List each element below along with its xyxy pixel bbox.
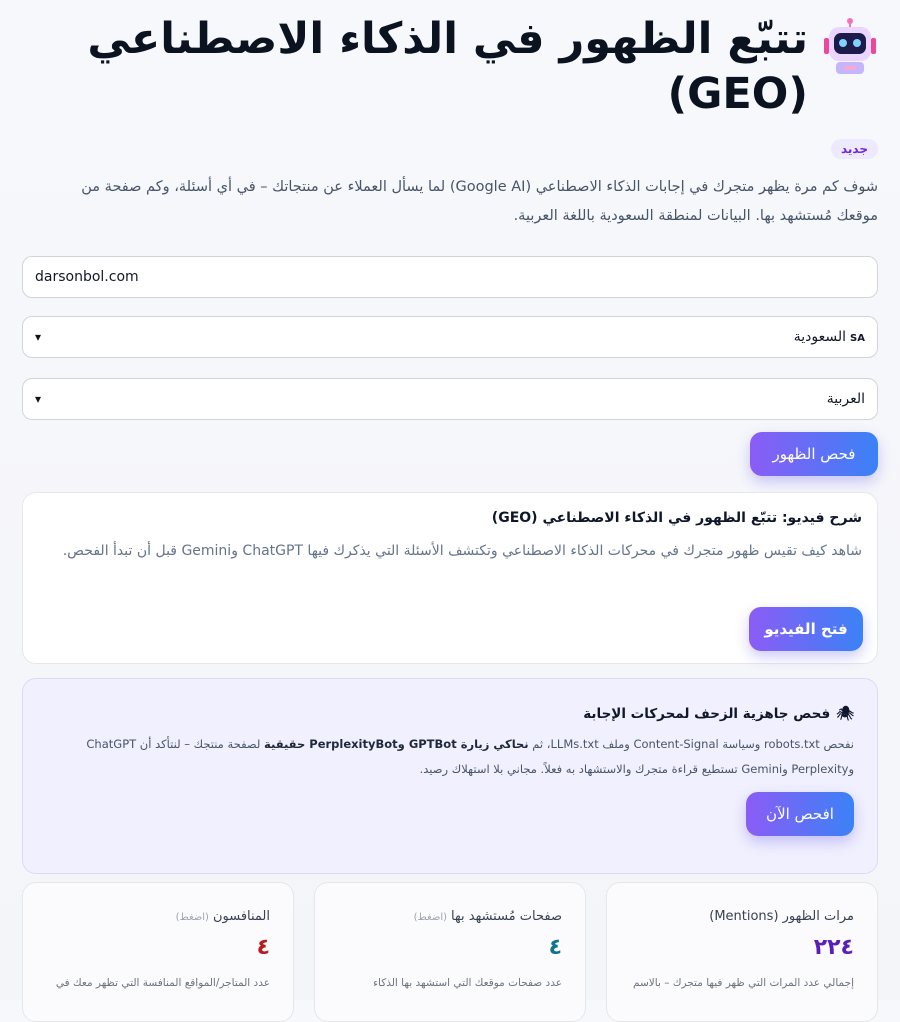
metric-competitors[interactable]: المنافسون(اضغط) ٤ عدد المتاجر/المواقع ال…: [22, 882, 294, 1022]
chevron-down-icon: ▾: [35, 330, 42, 344]
crawl-readiness-card: 🕷 فحص جاهزية الزحف لمحركات الإجابة نفحص …: [22, 678, 878, 874]
video-title: شرح فيديو: تتبّع الظهور في الذكاء الاصطن…: [491, 510, 862, 526]
country-select-value: SAالسعودية: [793, 329, 865, 345]
crawl-title: فحص جاهزية الزحف لمحركات الإجابة: [583, 706, 831, 722]
geo-tracking-page: تتبّع الظهور في الذكاء الاصطناعي (GEO) ج…: [0, 0, 900, 1022]
metric-value: ٢٢٤: [813, 935, 854, 960]
domain-input-value: darsonbol.com: [35, 269, 139, 285]
language-select-value: العربية: [826, 391, 865, 407]
video-description: شاهد كيف تقيس ظهور متجرك في محركات الذكا…: [62, 543, 862, 559]
page-title: تتبّع الظهور في الذكاء الاصطناعي (GEO): [87, 14, 808, 119]
crawl-title-row: 🕷 فحص جاهزية الزحف لمحركات الإجابة: [46, 706, 854, 722]
chevron-down-icon: ▾: [35, 392, 42, 406]
metric-label: صفحات مُستشهد بها(اضغط): [413, 909, 562, 924]
robot-icon: [824, 18, 876, 74]
metric-description: إجمالي عدد المرات التي ظهر فيها متجرك – …: [633, 977, 854, 989]
crawl-description: نفحص robots.txt وسياسة Content-Signal وم…: [86, 737, 854, 776]
video-card: شرح فيديو: تتبّع الظهور في الذكاء الاصطن…: [22, 492, 878, 664]
open-video-button[interactable]: فتح الفيديو: [749, 607, 863, 651]
metric-value: ٤: [548, 935, 562, 960]
metric-description: عدد صفحات موقعك التي استشهد بها الذكاء: [373, 977, 562, 989]
country-select[interactable]: SAالسعودية ▾: [22, 316, 878, 358]
check-now-button[interactable]: افحص الآن: [746, 792, 854, 836]
language-select[interactable]: العربية ▾: [22, 378, 878, 420]
page-intro: شوف كم مرة يظهر متجرك في إجابات الذكاء ا…: [81, 179, 878, 224]
domain-input[interactable]: darsonbol.com: [22, 256, 878, 298]
new-badge: جديد: [830, 139, 878, 159]
metric-label: المنافسون(اضغط): [175, 909, 270, 924]
metric-cited-pages[interactable]: صفحات مُستشهد بها(اضغط) ٤ عدد صفحات موقع…: [314, 882, 586, 1022]
check-visibility-button[interactable]: فحص الظهور: [750, 432, 878, 476]
country-code: SA: [850, 333, 865, 344]
spider-icon: 🕷: [836, 706, 854, 722]
metric-label: مرات الظهور (Mentions): [709, 909, 854, 924]
metric-description: عدد المتاجر/المواقع المنافسة التي تظهر م…: [55, 977, 270, 989]
metric-value: ٤: [256, 935, 270, 960]
header: تتبّع الظهور في الذكاء الاصطناعي (GEO): [40, 12, 878, 122]
metric-mentions: مرات الظهور (Mentions) ٢٢٤ إجمالي عدد ال…: [606, 882, 878, 1022]
